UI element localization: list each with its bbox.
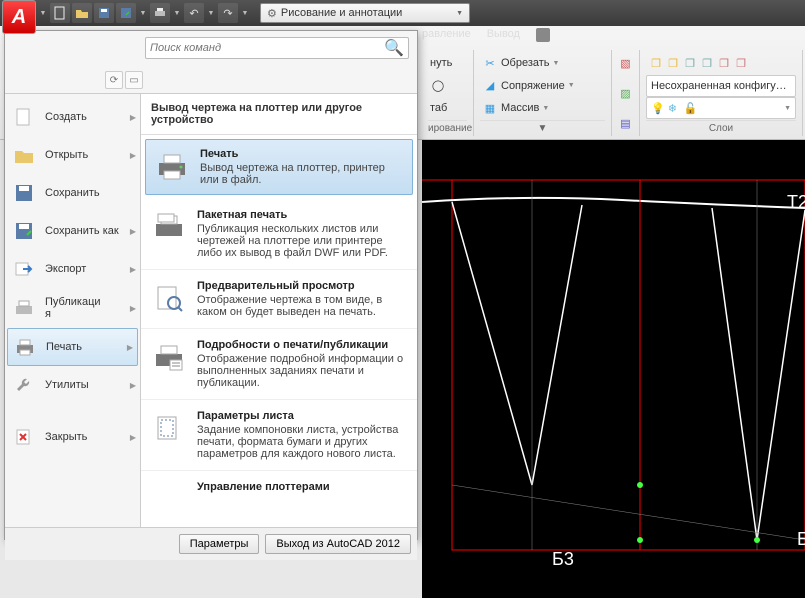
menu-right-panel: Вывод чертежа на плоттер или другое устр… (141, 94, 417, 527)
layer-icon[interactable]: ❐ (733, 55, 749, 71)
menu-item-save[interactable]: Сохранить (5, 174, 140, 212)
ribbon-tabs: равление Вывод (422, 28, 550, 48)
ribbon-group-label: ирование (428, 120, 467, 134)
search-input[interactable] (150, 42, 384, 54)
save-icon (11, 182, 37, 204)
ribbon-small-btn[interactable]: ▨ (618, 82, 633, 104)
close-icon (11, 426, 37, 448)
layer-icon[interactable]: ❐ (716, 55, 732, 71)
print-icon[interactable] (150, 3, 170, 23)
menu-left-panel: Создать▶ Открыть▶ Сохранить Сохранить ка… (5, 94, 141, 527)
submenu-item-print[interactable]: ПечатьВывод чертежа на плоттер, принтер … (145, 139, 413, 195)
quick-access-toolbar: A ▼ ▼ ▼ ↶ ▼ ↷ ▼ ⚙ Рисование и аннотации … (0, 0, 805, 26)
redo-icon[interactable]: ↷ (218, 3, 238, 23)
ribbon-btn[interactable]: нуть (428, 52, 467, 74)
printer-icon (12, 336, 38, 358)
layer-state-dropdown[interactable]: 💡❄🔓▼ (646, 97, 796, 119)
redo-dropdown[interactable]: ▼ (240, 3, 250, 23)
new-icon[interactable] (50, 3, 70, 23)
wrench-icon (11, 374, 37, 396)
preview-icon (151, 280, 187, 316)
ribbon-small-btn[interactable]: ▤ (618, 112, 633, 134)
search-icon: 🔍 (384, 38, 404, 58)
page-setup-icon (151, 410, 187, 446)
folder-open-icon (11, 144, 37, 166)
canvas-label-b3: Б3 (552, 549, 574, 569)
submenu-item-print-details[interactable]: Подробности о печати/публикацииОтображен… (141, 329, 417, 400)
fillet-icon: ◢ (482, 78, 498, 94)
workspace-selector[interactable]: ⚙ Рисование и аннотации ▼ (260, 3, 470, 23)
gear-icon: ⚙ (267, 7, 277, 20)
open-icon[interactable] (72, 3, 92, 23)
layer-icon[interactable]: ❐ (699, 55, 715, 71)
fillet-button[interactable]: ◢Сопряжение ▼ (480, 75, 605, 97)
menu-item-new[interactable]: Создать▶ (5, 98, 140, 136)
exit-button[interactable]: Выход из AutoCAD 2012 (265, 534, 411, 554)
command-search[interactable]: 🔍 (145, 37, 409, 59)
layer-icon[interactable]: ❐ (648, 55, 664, 71)
submenu-item-page-setup[interactable]: Параметры листаЗадание компоновки листа,… (141, 400, 417, 471)
layer-icon[interactable]: ❐ (682, 55, 698, 71)
submenu-item-preview[interactable]: Предварительный просмотрОтображение черт… (141, 270, 417, 329)
canvas-label-b: Б (797, 529, 805, 549)
array-icon: ▦ (482, 100, 498, 116)
printer-icon (154, 148, 190, 184)
circle-icon: ◯ (430, 78, 446, 94)
publish-icon (11, 297, 37, 319)
menu-item-export[interactable]: Экспорт▶ (5, 250, 140, 288)
submenu-item-batch-print[interactable]: Пакетная печатьПубликация нескольких лис… (141, 199, 417, 270)
menu-item-open[interactable]: Открыть▶ (5, 136, 140, 174)
ribbon-group-label: Слои (646, 120, 796, 134)
save-dropdown[interactable]: ▼ (138, 3, 148, 23)
ribbon-tab-plugins-icon[interactable] (536, 28, 550, 42)
batch-print-icon (151, 209, 187, 245)
print-dropdown[interactable]: ▼ (172, 3, 182, 23)
saveas-icon[interactable] (116, 3, 136, 23)
drawing-canvas[interactable]: Т2 Б Б3 (422, 140, 805, 598)
options-button[interactable]: Параметры (179, 534, 260, 554)
layer-icon[interactable]: ❐ (665, 55, 681, 71)
canvas-label-t2: Т2 (787, 192, 805, 212)
recent-icon[interactable]: ⟳ (105, 71, 123, 89)
chevron-down-icon: ▼ (456, 10, 463, 17)
ribbon-btn[interactable]: ◯ (428, 75, 467, 97)
ribbon-tab[interactable]: равление (422, 28, 471, 48)
submenu-item-plotter-manager[interactable]: Управление плоттерами (141, 471, 417, 527)
export-icon (11, 258, 37, 280)
trim-icon: ✂ (482, 55, 498, 71)
trim-button[interactable]: ✂Обрезать ▼ (480, 52, 605, 74)
submenu-title: Вывод чертежа на плоттер или другое устр… (141, 94, 417, 135)
app-logo[interactable]: A (2, 0, 36, 34)
chevron-right-icon: ▶ (130, 113, 136, 122)
menu-item-close[interactable]: Закрыть▶ (5, 418, 140, 456)
menu-item-saveas[interactable]: Сохранить как▶ (5, 212, 140, 250)
menu-item-utilities[interactable]: Утилиты▶ (5, 366, 140, 404)
save-icon[interactable] (94, 3, 114, 23)
ribbon-tab[interactable]: Вывод (487, 28, 520, 48)
menu-item-publish[interactable]: Публикаци я▶ (5, 288, 140, 328)
application-menu: ⟳ ▭ 🔍 Создать▶ Открыть▶ Сохранить Сохран… (4, 30, 418, 540)
ribbon-small-btn[interactable]: ▧ (618, 52, 633, 74)
new-file-icon (11, 106, 37, 128)
workspace-label: Рисование и аннотации (281, 7, 402, 19)
menu-item-print[interactable]: Печать▶ (7, 328, 138, 366)
array-button[interactable]: ▦Массив ▼ (480, 97, 605, 119)
saveas-icon (11, 220, 37, 242)
menu-footer: Параметры Выход из AutoCAD 2012 (5, 527, 417, 560)
ribbon-btn[interactable]: таб (428, 97, 467, 119)
print-details-icon (151, 339, 187, 375)
layer-config-dropdown[interactable]: Несохраненная конфигурация сло (646, 75, 796, 97)
app-menu-dropdown[interactable]: ▼ (38, 3, 48, 23)
ribbon-group-arrow[interactable]: ▼ (480, 120, 605, 134)
open-docs-icon[interactable]: ▭ (125, 71, 143, 89)
undo-icon[interactable]: ↶ (184, 3, 204, 23)
undo-dropdown[interactable]: ▼ (206, 3, 216, 23)
